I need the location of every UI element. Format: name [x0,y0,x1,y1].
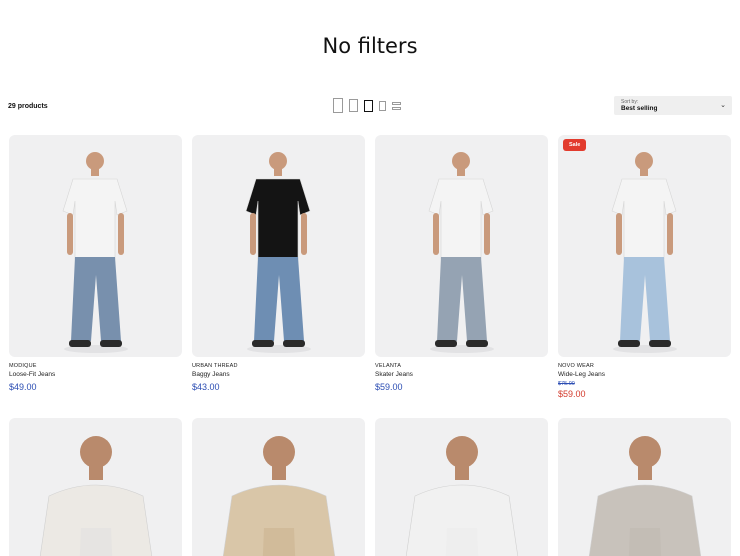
layout-switcher [333,98,401,113]
product-count: 29 products [8,103,48,110]
product-card[interactable]: MODIQUE Loose-Fit Jeans $49.00 [9,135,182,392]
product-brand: NOVO WEAR [558,363,595,369]
model-photo [588,436,702,556]
layout-single-column-icon [333,98,343,113]
layout-three-column-icon [364,99,373,112]
layout-two-column-icon [349,99,358,112]
product-card[interactable]: URBAN THREAD Baggy Jeans $43.00 [192,135,365,392]
layout-two-column-button[interactable] [349,99,358,112]
product-card[interactable] [9,418,182,556]
layout-four-column-button[interactable] [379,100,386,111]
product-price: $43.00 [192,382,220,392]
product-title[interactable]: Wide-Leg Jeans [558,371,731,378]
product-price: $59.00 [375,382,403,392]
product-card[interactable]: Sale NOVO WEAR Wide-Leg Jeans $75.00 $59… [558,135,731,399]
model-photo [62,152,128,353]
model-photo [428,152,494,353]
product-image[interactable] [192,418,365,556]
layout-list-icon [392,101,401,110]
layout-four-column-icon [379,100,386,111]
model-photo [222,436,336,556]
product-title[interactable]: Skater Jeans [375,371,548,378]
layout-list-button[interactable] [392,101,401,110]
product-card[interactable] [558,418,731,556]
layout-single-column-button[interactable] [333,98,343,113]
sort-select[interactable]: Sort by: Best selling ⌄ [614,96,732,115]
product-image[interactable] [375,135,548,357]
product-image[interactable]: Sale [558,135,731,357]
product-price: $49.00 [9,382,37,392]
product-image[interactable] [558,418,731,556]
layout-three-column-button[interactable] [364,99,373,112]
product-title[interactable]: Loose-Fit Jeans [9,371,182,378]
product-title[interactable]: Baggy Jeans [192,371,365,378]
page-title: No filters [322,34,418,58]
chevron-down-icon: ⌄ [720,102,726,109]
product-compare-price: $75.00 [558,381,575,387]
product-sale-price: $59.00 [558,389,586,399]
model-photo [39,436,153,556]
product-image[interactable] [9,418,182,556]
product-image[interactable] [9,135,182,357]
product-brand: VELANTA [375,363,402,369]
model-photo [611,152,677,353]
product-image[interactable] [192,135,365,357]
product-card[interactable]: VELANTA Skater Jeans $59.00 [375,135,548,392]
collection-toolbar: 29 products Sort by: Best selling ⌄ [8,96,732,118]
product-card[interactable] [192,418,365,556]
product-brand: URBAN THREAD [192,363,238,369]
model-photo [405,436,519,556]
model-photo [245,152,311,353]
sale-badge: Sale [563,139,587,151]
product-image[interactable] [375,418,548,556]
product-brand: MODIQUE [9,363,37,369]
product-card[interactable] [375,418,548,556]
sort-value: Best selling [621,105,658,112]
